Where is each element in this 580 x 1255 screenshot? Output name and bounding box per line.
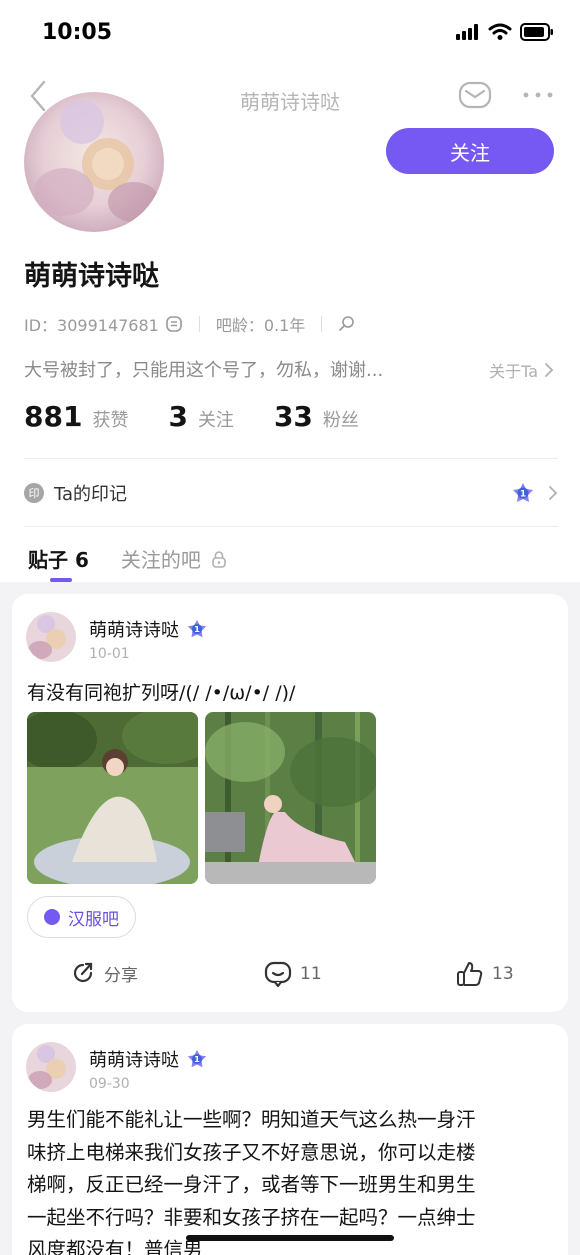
more-icon[interactable] <box>520 82 556 108</box>
post-author-avatar[interactable] <box>26 612 76 662</box>
status-bar: 10:05 <box>0 0 580 70</box>
comment-button[interactable]: 11 <box>264 960 322 988</box>
stat-fans[interactable]: 33 粉丝 <box>274 400 359 433</box>
imprint-row[interactable]: 印 Ta的印记 1 <box>24 474 558 512</box>
share-label: 分享 <box>104 965 138 986</box>
post-author-name: 萌萌诗诗哒 <box>89 620 179 641</box>
profile-avatar[interactable] <box>24 92 164 232</box>
post-text-line: 男生们能不能礼让一些啊？明知道天气这么热一身汗 <box>27 1108 476 1131</box>
chevron-right-icon <box>545 363 554 377</box>
meta-divider <box>198 316 200 332</box>
bar-age: 吧龄：0.1年 <box>215 316 306 335</box>
share-button[interactable]: 分享 <box>70 960 138 986</box>
copy-icon[interactable] <box>165 315 183 333</box>
post-image[interactable] <box>205 712 376 884</box>
comment-count: 11 <box>300 964 322 984</box>
post-feed[interactable]: 萌萌诗诗哒 1 10-01 有没有同袍扩列呀/(/ /•/ω/•/ /)/ 汉服… <box>0 582 580 1255</box>
status-time: 10:05 <box>42 20 113 45</box>
profile-tabs: 贴子 6 关注的吧 <box>28 544 227 582</box>
post-author[interactable]: 萌萌诗诗哒 1 <box>89 616 209 642</box>
bar-name: 汉服吧 <box>68 909 119 930</box>
imprint-badge: 印 <box>24 483 44 503</box>
thumbs-up-icon <box>457 962 483 986</box>
post-text-line: 味挤上电梯来我们女孩子又不好意思说，你可以走楼 <box>27 1140 476 1164</box>
level-badge-icon: 1 <box>513 483 533 502</box>
level-badge-number: 1 <box>194 1054 200 1064</box>
user-id: ID：3099147681 <box>24 316 159 335</box>
divider <box>24 458 558 459</box>
profile-meta: ID：3099147681 吧龄：0.1年 <box>24 312 356 336</box>
post-card[interactable]: 萌萌诗诗哒 1 09-30 男生们能不能礼让一些啊？明知道天气这么热一身汗 味挤… <box>12 1024 568 1255</box>
tab-followed-bars-label: 关注的吧 <box>120 548 201 572</box>
level-badge-number: 1 <box>520 490 526 500</box>
signal-icon <box>456 24 478 40</box>
post-text[interactable]: 有没有同袍扩列呀/(/ /•/ω/•/ /)/ <box>27 678 557 705</box>
meta-divider <box>321 316 323 332</box>
home-indicator[interactable] <box>186 1235 394 1241</box>
bar-icon <box>44 909 60 925</box>
post-date: 09-30 <box>89 1076 130 1092</box>
post-text[interactable]: 男生们能不能礼让一些啊？明知道天气这么热一身汗 味挤上电梯来我们女孩子又不好意思… <box>27 1104 557 1255</box>
level-badge-icon: 1 <box>187 1049 207 1068</box>
stat-label: 获赞 <box>92 410 129 431</box>
stat-label: 关注 <box>197 410 234 431</box>
wifi-icon <box>488 23 512 40</box>
post-author[interactable]: 萌萌诗诗哒 1 <box>89 1046 209 1072</box>
stat-number: 3 <box>168 400 188 433</box>
profile-bio: 大号被封了，只能用这个号了，勿私，谢谢... <box>24 360 384 381</box>
post-author-avatar[interactable] <box>26 1042 76 1092</box>
status-icons <box>456 23 554 41</box>
location-search-icon[interactable] <box>338 315 356 333</box>
post-author-name: 萌萌诗诗哒 <box>89 1050 179 1071</box>
lock-icon <box>212 550 226 568</box>
stat-likes[interactable]: 881 获赞 <box>24 400 128 433</box>
post-text-line: 一起坐不行吗？非要和女孩子挤在一起吗？一点绅士 <box>27 1205 476 1229</box>
post-image[interactable] <box>27 712 198 884</box>
post-text-line: 梯啊，反正已经一身汗了，或者等下一班男生和男生 <box>27 1173 476 1196</box>
tab-followed-bars[interactable]: 关注的吧 <box>121 544 227 573</box>
tab-posts[interactable]: 贴子 6 <box>28 544 89 582</box>
tab-posts-label: 贴子 6 <box>28 548 89 572</box>
level-badge-icon: 1 <box>187 619 207 638</box>
like-count: 13 <box>492 964 514 984</box>
stat-label: 粉丝 <box>322 410 359 431</box>
stat-number: 881 <box>24 400 83 433</box>
about-link[interactable]: 关于Ta <box>489 358 554 382</box>
post-date: 10-01 <box>89 646 130 662</box>
post-card[interactable]: 萌萌诗诗哒 1 10-01 有没有同袍扩列呀/(/ /•/ω/•/ /)/ 汉服… <box>12 594 568 1012</box>
imprint-right: 1 <box>510 481 558 505</box>
stat-number: 33 <box>273 400 313 433</box>
level-badge-number: 1 <box>194 624 200 634</box>
mail-icon[interactable] <box>458 80 492 110</box>
follow-button[interactable]: 关注 <box>386 128 554 174</box>
profile-stats: 881 获赞 3 关注 33 粉丝 <box>24 400 399 433</box>
comment-icon <box>264 961 292 988</box>
imprint-label: Ta的印记 <box>54 484 128 505</box>
about-label: 关于Ta <box>489 362 538 381</box>
bar-chip[interactable]: 汉服吧 <box>27 896 136 938</box>
profile-name: 萌萌诗诗哒 <box>24 261 159 292</box>
share-icon <box>73 962 93 983</box>
stat-following[interactable]: 3 关注 <box>168 400 233 433</box>
battery-icon <box>520 23 553 41</box>
like-button[interactable]: 13 <box>456 960 514 988</box>
divider <box>24 526 558 527</box>
chevron-right-icon <box>549 486 558 500</box>
